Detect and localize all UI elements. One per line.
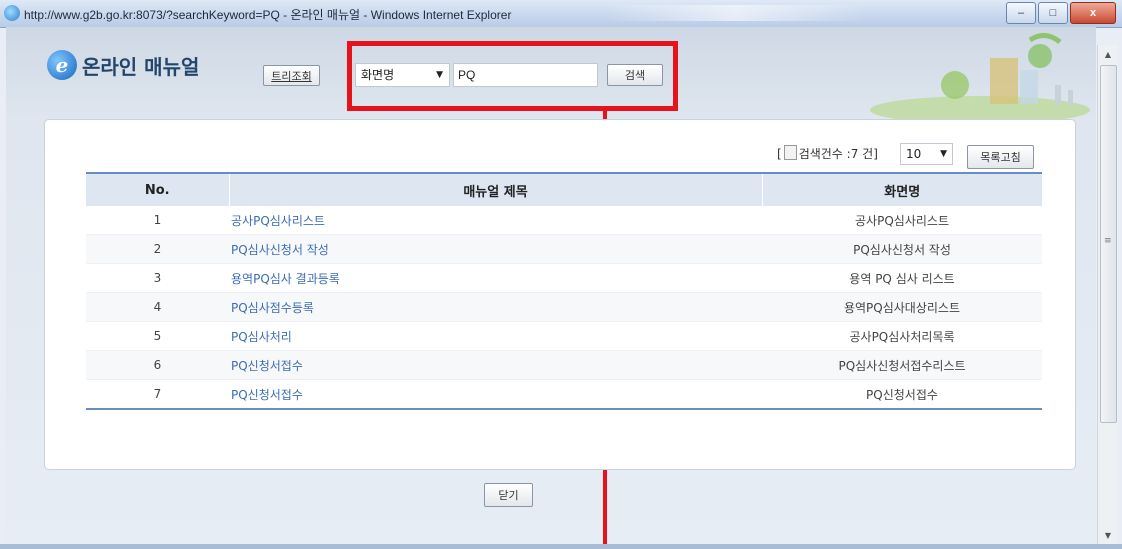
row-number: 7 (86, 379, 229, 410)
screen-name: 용역PQ심사대상리스트 (762, 292, 1042, 322)
title-bar-reflection (605, 5, 865, 21)
manual-title-link[interactable]: PQ심사처리 (229, 321, 762, 351)
column-header-title: 매뉴얼 제목 (228, 172, 762, 206)
window-title: http://www.g2b.go.kr:8073/?searchKeyword… (24, 8, 512, 22)
close-window-button[interactable]: x (1070, 2, 1116, 24)
browser-window: http://www.g2b.go.kr:8073/?searchKeyword… (0, 0, 1122, 549)
screen-name: 공사PQ심사처리목록 (762, 321, 1042, 351)
table-row: 2 PQ심사신청서 작성 PQ심사신청서 작성 (86, 234, 1042, 264)
row-number: 1 (86, 206, 229, 235)
page-title: 온라인 매뉴얼 (82, 55, 200, 79)
table-row: 1 공사PQ심사리스트 공사PQ심사리스트 (86, 206, 1042, 235)
scroll-up-arrow-icon[interactable]: ▲ (1098, 45, 1118, 63)
manual-title-link[interactable]: 용역PQ심사 결과등록 (229, 263, 762, 293)
banner-illustration (870, 33, 1090, 120)
manual-title-link[interactable]: PQ신청서접수 (229, 350, 762, 380)
scrollbar-grip-icon: ≡ (1104, 236, 1112, 246)
refresh-list-button[interactable]: 목록고침 (967, 145, 1034, 169)
vertical-scrollbar[interactable]: ▲ ≡ ▼ (1097, 45, 1118, 544)
result-count: [ 검색건수 :7 건] (777, 145, 878, 162)
table-row: 6 PQ신청서접수 PQ심사신청서접수리스트 (86, 350, 1042, 380)
manual-title-link[interactable]: 공사PQ심사리스트 (229, 206, 762, 235)
close-button[interactable]: 닫기 (484, 483, 533, 507)
column-header-no: No. (86, 172, 229, 206)
row-number: 4 (86, 292, 229, 322)
highlight-box (347, 41, 678, 111)
screen-name: 용역 PQ 심사 리스트 (762, 263, 1042, 293)
table-row: 5 PQ심사처리 공사PQ심사처리목록 (86, 321, 1042, 351)
column-header-screen: 화면명 (761, 172, 1042, 206)
screen-name: PQ신청서접수 (762, 379, 1042, 410)
internet-explorer-icon (4, 5, 20, 21)
logo-icon: e (47, 50, 77, 80)
row-number: 5 (86, 321, 229, 351)
page-size-select[interactable]: 10 ▼ (900, 143, 953, 165)
minimize-button[interactable]: – (1006, 2, 1036, 24)
table-row: 3 용역PQ심사 결과등록 용역 PQ 심사 리스트 (86, 263, 1042, 293)
manual-title-link[interactable]: PQ심사신청서 작성 (229, 234, 762, 264)
result-count-bracket: [ (777, 147, 782, 161)
maximize-button[interactable]: □ (1038, 2, 1068, 24)
manual-title-link[interactable]: PQ심사점수등록 (229, 292, 762, 322)
manual-title-link[interactable]: PQ신청서접수 (229, 379, 762, 410)
table-header-row: No. 매뉴얼 제목 화면명 (86, 172, 1042, 206)
window-bottom-edge (0, 544, 1122, 549)
title-bar: http://www.g2b.go.kr:8073/?searchKeyword… (0, 0, 1122, 28)
dropdown-arrow-icon: ▼ (940, 149, 947, 159)
scroll-down-arrow-icon[interactable]: ▼ (1098, 526, 1118, 544)
table-row: 7 PQ신청서접수 PQ신청서접수 (86, 379, 1042, 410)
result-count-text: 검색건수 :7 건] (798, 147, 878, 161)
row-number: 2 (86, 234, 229, 264)
tree-view-label: 트리조회 (271, 69, 312, 83)
table-row: 4 PQ심사점수등록 용역PQ심사대상리스트 (86, 292, 1042, 322)
page-size-value: 10 (906, 147, 922, 161)
tree-view-button[interactable]: 트리조회 (263, 65, 320, 86)
document-icon (783, 145, 797, 160)
scrollbar-thumb[interactable]: ≡ (1100, 65, 1117, 423)
screen-name: 공사PQ심사리스트 (762, 206, 1042, 235)
screen-name: PQ심사신청서 작성 (762, 234, 1042, 264)
row-number: 3 (86, 263, 229, 293)
window-controls: – □ x (1006, 2, 1116, 24)
manual-table: No. 매뉴얼 제목 화면명 1 공사PQ심사리스트 공사PQ심사리스트 2 P… (86, 172, 1042, 410)
row-number: 6 (86, 350, 229, 380)
screen-name: PQ심사신청서접수리스트 (762, 350, 1042, 380)
